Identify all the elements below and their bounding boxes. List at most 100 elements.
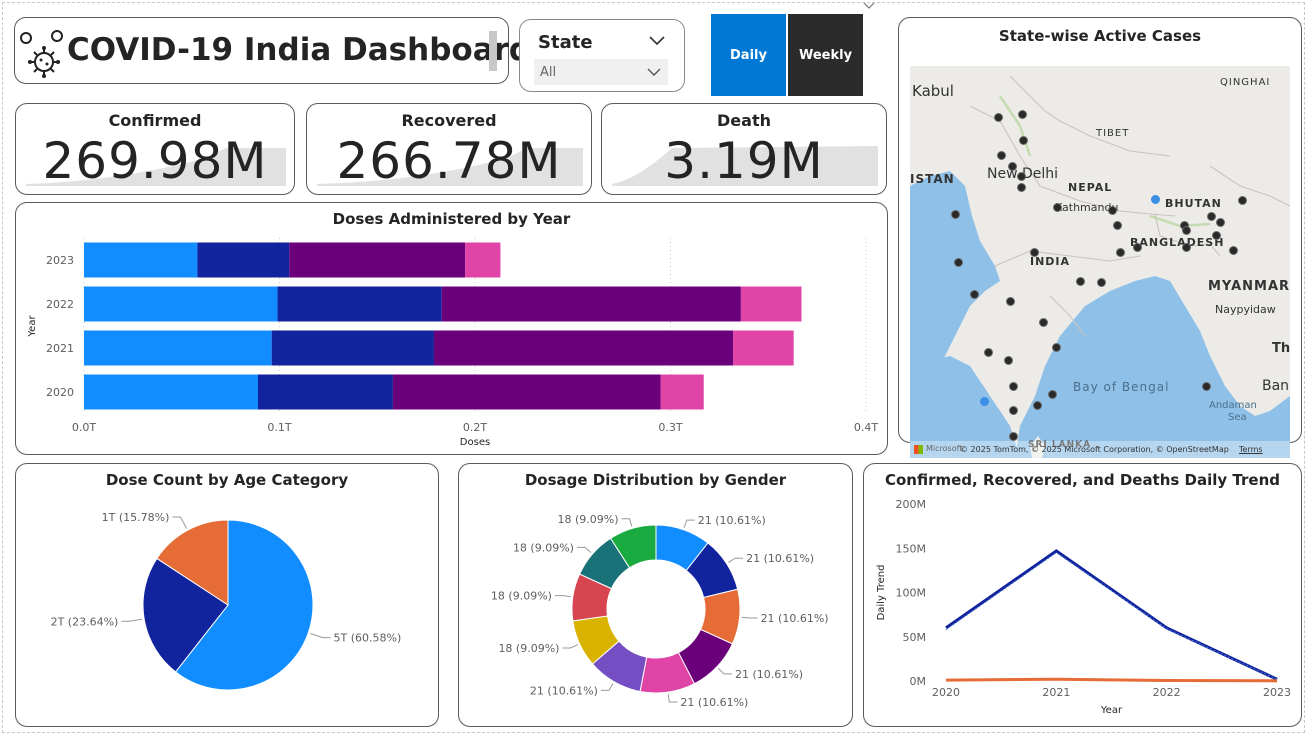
state-bubble[interactable] — [1097, 278, 1106, 287]
daily-button-label: Daily — [730, 47, 767, 63]
state-dropdown-value: All — [540, 65, 557, 80]
slice-label: 21 (10.61%) — [735, 668, 803, 681]
state-bubble[interactable] — [1004, 356, 1013, 365]
slice-label: 2T (23.64%) — [51, 615, 119, 628]
map-label: TIBET — [1096, 128, 1130, 139]
y-tick-label: 200M — [896, 498, 927, 511]
series-line — [945, 677, 1278, 683]
state-bubble[interactable] — [1151, 195, 1160, 204]
bar-segment — [433, 330, 734, 366]
state-bubble[interactable] — [1009, 382, 1018, 391]
state-bubble[interactable] — [1009, 406, 1018, 415]
weekly-button[interactable]: Weekly — [788, 14, 863, 96]
map-label: MYANMAR — [1208, 279, 1290, 294]
bar-segment — [441, 286, 741, 322]
bar-segment — [84, 330, 272, 366]
state-bubble[interactable] — [1008, 162, 1017, 171]
state-bubble[interactable] — [1108, 206, 1117, 215]
slice-label: 5T (60.58%) — [334, 632, 402, 645]
state-bubble[interactable] — [1116, 248, 1125, 257]
state-bubble[interactable] — [1006, 297, 1015, 306]
bar-segment — [733, 330, 794, 366]
map-attribution-text: © 2025 TomTom, © 2025 Microsoft Corporat… — [960, 445, 1229, 454]
y-tick-label: 150M — [896, 542, 927, 555]
kpi-card-recovered: Recovered 266.78M — [306, 103, 592, 195]
slice-label: 21 (10.61%) — [746, 552, 814, 565]
more-options-chevron-icon[interactable] — [862, 1, 876, 10]
state-bubble[interactable] — [1052, 343, 1061, 352]
state-bubble[interactable] — [994, 113, 1003, 122]
slice-label: 1T (15.78%) — [102, 511, 170, 524]
state-bubble[interactable] — [1229, 246, 1238, 255]
map-label: INDIA — [1030, 255, 1071, 268]
state-bubble[interactable] — [1216, 218, 1225, 227]
state-bubble[interactable] — [1030, 248, 1039, 257]
state-bubble[interactable] — [1212, 231, 1221, 240]
state-bubble[interactable] — [1238, 196, 1247, 205]
leader-line — [554, 595, 571, 598]
state-bubble[interactable] — [1039, 318, 1048, 327]
x-tick-label: 0.2T — [463, 421, 487, 434]
state-slicer-label: State — [538, 32, 593, 53]
state-bubble[interactable] — [1207, 212, 1216, 221]
leader-line — [310, 632, 331, 639]
state-slicer: State All — [519, 19, 685, 92]
map-label: ISTAN — [910, 172, 955, 186]
leader-line — [741, 616, 758, 619]
x-tick-label: 0.4T — [854, 421, 878, 434]
bar-segment — [392, 374, 661, 410]
map-label: Sea — [1228, 412, 1247, 423]
bar-segment — [289, 242, 466, 278]
kpi-label: Death — [717, 111, 771, 130]
leader-line — [121, 618, 143, 622]
state-bubble[interactable] — [951, 210, 960, 219]
gender-card: Dosage Distribution by Gender 21 (10.61%… — [458, 463, 853, 727]
y-tick-label: 2020 — [46, 386, 74, 399]
state-bubble[interactable] — [1019, 136, 1028, 145]
state-bubble[interactable] — [1113, 221, 1122, 230]
kpi-value: 269.98M — [42, 132, 268, 190]
state-bubble[interactable] — [1076, 277, 1085, 286]
slice-label: 21 (10.61%) — [680, 696, 748, 709]
series-line — [945, 549, 1278, 681]
state-bubble[interactable] — [980, 397, 989, 406]
dropdown-chevron-icon — [647, 68, 661, 76]
map-terms-link[interactable]: Terms — [1239, 445, 1263, 454]
bar-segment — [197, 242, 290, 278]
map-brand: Microsoft — [926, 444, 963, 453]
state-bubble[interactable] — [997, 151, 1006, 160]
title-scrollbar[interactable] — [489, 31, 497, 71]
state-dropdown[interactable]: All — [534, 59, 668, 85]
map-label: Bay of Bengal — [1073, 380, 1170, 394]
bar-segment — [465, 242, 501, 278]
bar-segment — [271, 330, 434, 366]
state-bubble[interactable] — [1017, 172, 1026, 181]
state-bubble[interactable] — [954, 258, 963, 267]
state-bubble[interactable] — [1133, 243, 1142, 252]
age-category-card: Dose Count by Age Category 5T (60.58%) 2T… — [15, 463, 439, 727]
state-bubble[interactable] — [1202, 382, 1211, 391]
state-bubble[interactable] — [1009, 432, 1018, 441]
state-bubble[interactable] — [1018, 110, 1027, 119]
daily-button[interactable]: Daily — [711, 14, 786, 96]
kpi-card-death: Death 3.19M — [601, 103, 887, 195]
state-bubble[interactable] — [1182, 226, 1191, 235]
state-bubble[interactable] — [1053, 203, 1062, 212]
x-tick-label: 2020 — [932, 686, 960, 699]
state-bubble[interactable] — [1048, 390, 1057, 399]
map-canvas[interactable]: Kabul QINGHAI TIBET New Delhi ISTAN NEPA… — [910, 66, 1290, 458]
state-bubble[interactable] — [984, 348, 993, 357]
y-tick-label: 2021 — [46, 342, 74, 355]
weekly-button-label: Weekly — [798, 47, 853, 63]
bar-segment — [84, 242, 198, 278]
y-axis-label: Year — [27, 315, 38, 338]
map-label: Kabul — [912, 82, 954, 100]
state-bubble[interactable] — [1017, 183, 1026, 192]
leader-line — [600, 683, 614, 691]
state-bubble[interactable] — [1182, 243, 1191, 252]
slice-label: 21 (10.61%) — [698, 514, 766, 527]
leader-line — [562, 644, 578, 649]
state-bubble[interactable] — [1033, 401, 1042, 410]
state-bubble[interactable] — [970, 290, 979, 299]
chevron-down-icon[interactable] — [648, 35, 666, 47]
